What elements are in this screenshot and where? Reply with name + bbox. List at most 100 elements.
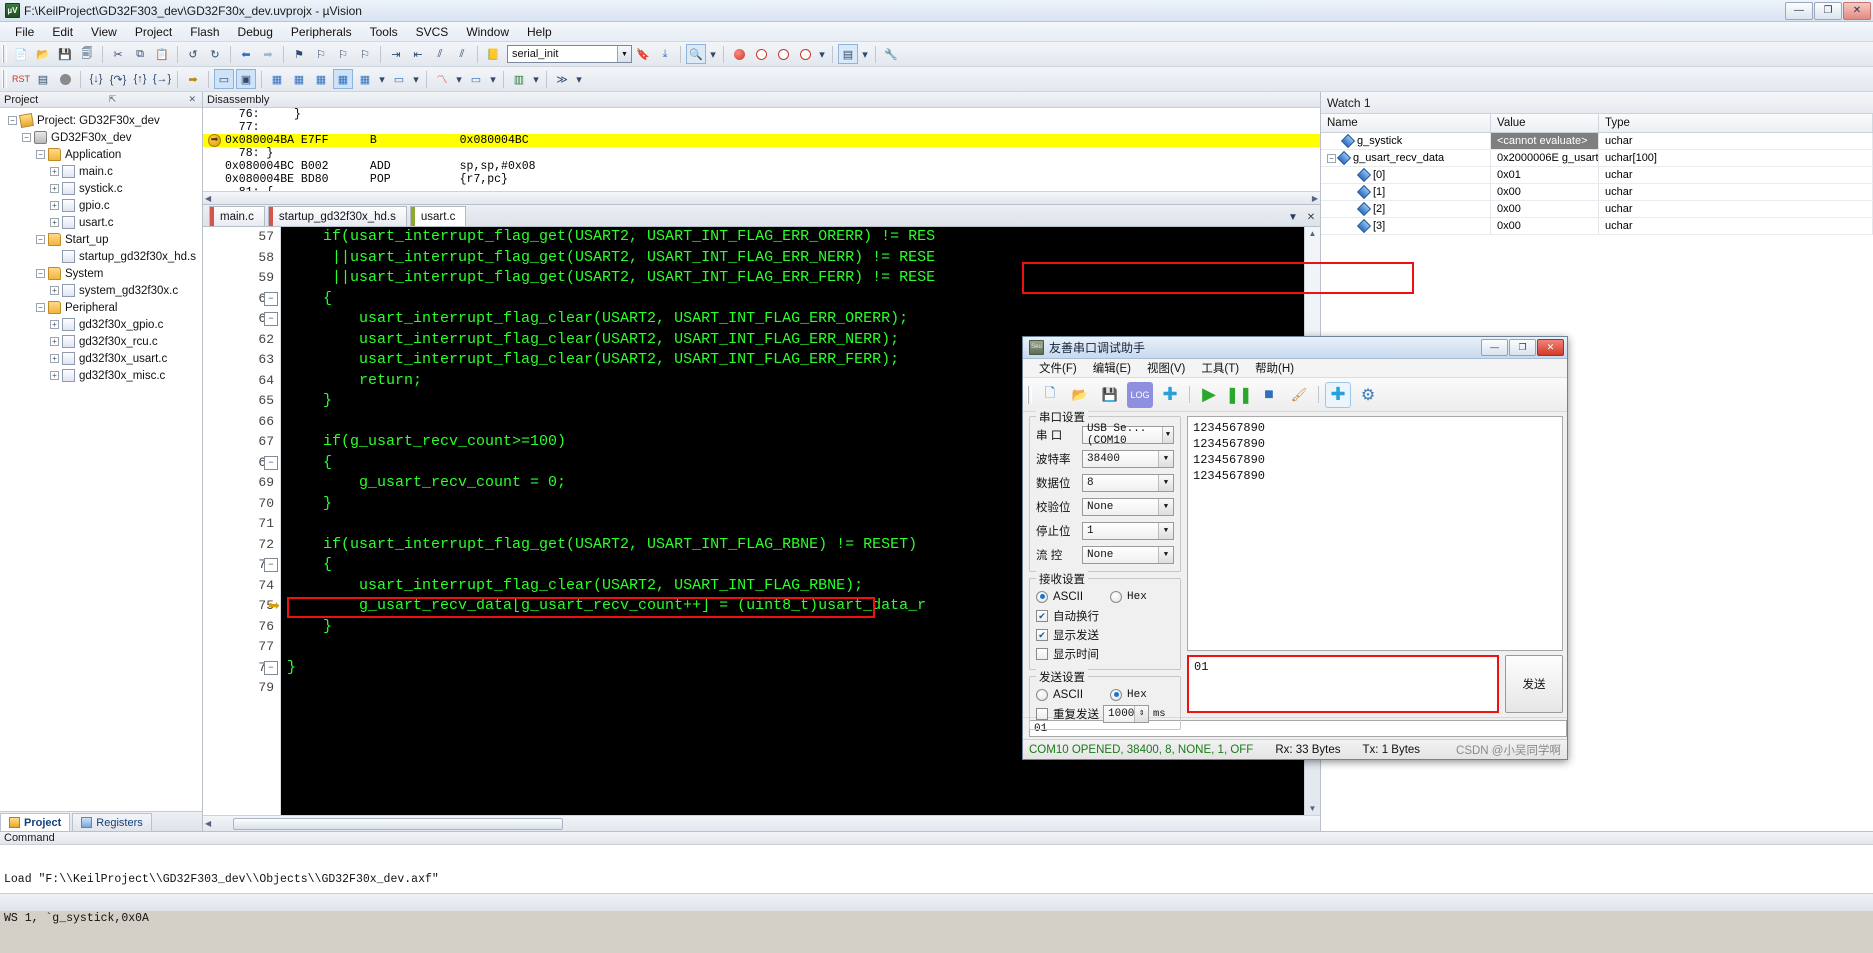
serial-window-icon[interactable]: ▭	[389, 69, 409, 89]
chevron-down-icon[interactable]: ▾	[488, 69, 498, 89]
outdent-icon[interactable]: ⇤	[408, 44, 428, 64]
recv-option-showsend[interactable]: ✔ 显示发送	[1036, 625, 1174, 644]
menu-view[interactable]: View	[82, 23, 126, 41]
scroll-left-arrow-icon[interactable]: ◀	[205, 819, 211, 828]
book-icon[interactable]: 📒	[483, 44, 503, 64]
breakpoint-disable-icon[interactable]	[751, 44, 771, 64]
editor-tab[interactable]: usart.c	[409, 206, 467, 226]
scroll-down-arrow-icon[interactable]: ▼	[1309, 804, 1317, 813]
expand-icon[interactable]: +	[50, 184, 59, 193]
save-icon[interactable]: 💾	[1097, 382, 1123, 408]
cut-icon[interactable]: ✂	[108, 44, 128, 64]
serial-menu-tools[interactable]: 工具(T)	[1193, 360, 1247, 376]
collapse-icon[interactable]: −	[22, 133, 31, 142]
toolbar-grip[interactable]	[1027, 385, 1032, 404]
show-statement-icon[interactable]: ➡	[183, 69, 203, 89]
watch-cell-value[interactable]: 0x00	[1491, 184, 1599, 200]
chevron-down-icon[interactable]: ▼	[1158, 546, 1173, 563]
run-to-cursor-icon[interactable]: {→}	[152, 69, 172, 89]
expand-icon[interactable]: +	[50, 371, 59, 380]
comment-icon[interactable]: ⫽	[430, 44, 450, 64]
serial-menu-edit[interactable]: 编辑(E)	[1085, 360, 1139, 376]
watch-cell-value[interactable]: 0x00	[1491, 218, 1599, 234]
watch-row[interactable]: [3] 0x00 uchar	[1321, 218, 1873, 235]
code-line[interactable]: {	[287, 289, 1304, 310]
watch-cell-name[interactable]: g_systick	[1321, 133, 1491, 149]
code-fold-icon[interactable]: −	[264, 312, 278, 326]
chevron-down-icon[interactable]: ▾	[377, 69, 387, 89]
serial-close-button[interactable]: ✕	[1537, 339, 1564, 356]
collapse-icon[interactable]: −	[36, 303, 45, 312]
target-combo[interactable]: serial_init ▼	[507, 45, 632, 63]
toolbox-icon[interactable]: ≫	[552, 69, 572, 89]
code-fold-icon[interactable]: −	[264, 660, 278, 675]
menu-svcs[interactable]: SVCS	[407, 23, 458, 41]
expand-icon[interactable]: +	[50, 320, 59, 329]
close-button[interactable]: ✕	[1843, 1, 1871, 20]
editor-hscrollbar[interactable]: ◀	[203, 815, 1320, 831]
project-tree[interactable]: − Project: GD32F30x_dev − GD32F30x_dev − Appl…	[0, 108, 202, 811]
menu-peripherals[interactable]: Peripherals	[282, 23, 361, 41]
editor-tabs[interactable]: main.c startup_gd32f30x_hd.s usart.c ▼ ✕	[203, 205, 1320, 227]
bookmark-prev-icon[interactable]: ⚐	[333, 44, 353, 64]
scroll-up-arrow-icon[interactable]: ▲	[1309, 229, 1317, 238]
command-window-icon[interactable]: ▭	[214, 69, 234, 89]
watch-row[interactable]: g_systick <cannot evaluate> uchar	[1321, 133, 1873, 150]
spinner-icon[interactable]: ⇕	[1134, 705, 1148, 722]
tree-item[interactable]: + gpio.c	[2, 197, 202, 214]
disassembly-icon[interactable]: ▣	[236, 69, 256, 89]
new-doc-icon[interactable]: 🗋	[1037, 382, 1063, 408]
watch-cell-value[interactable]: <cannot evaluate>	[1491, 133, 1599, 149]
chevron-down-icon[interactable]: ▾	[454, 69, 464, 89]
run-icon[interactable]: ▤	[33, 69, 53, 89]
menu-tools[interactable]: Tools	[361, 23, 407, 41]
collapse-icon[interactable]: −	[36, 269, 45, 278]
open-folder-icon[interactable]: 📂	[33, 44, 53, 64]
code-fold-icon[interactable]: −	[264, 558, 278, 572]
close-icon[interactable]: ✕	[1302, 208, 1320, 226]
settings-gear-icon[interactable]: ⚙	[1355, 382, 1381, 408]
send-hex-radio[interactable]: Hex	[1110, 685, 1147, 704]
chevron-down-icon[interactable]: ▾	[531, 69, 541, 89]
undo-icon[interactable]: ↺	[183, 44, 203, 64]
call-stack-icon[interactable]: ▦	[311, 69, 331, 89]
play-icon[interactable]: ▶	[1196, 382, 1222, 408]
disassembly-line[interactable]: 78: }	[203, 147, 1320, 160]
port-setting-select[interactable]: 8 ▼	[1082, 473, 1174, 492]
trace-icon[interactable]: ▭	[466, 69, 486, 89]
watch-cell-value[interactable]: 0x00	[1491, 201, 1599, 217]
watch-col-value[interactable]: Value	[1491, 114, 1599, 132]
serial-minimize-button[interactable]: —	[1481, 339, 1508, 356]
scroll-thumb[interactable]	[233, 817, 564, 830]
tree-item[interactable]: − Application	[2, 146, 202, 163]
serial-menu-view[interactable]: 视图(V)	[1139, 360, 1193, 376]
editor-tab[interactable]: main.c	[209, 206, 265, 226]
editor-tab[interactable]: startup_gd32f30x_hd.s	[267, 206, 407, 226]
menu-edit[interactable]: Edit	[43, 23, 82, 41]
code-fold-icon[interactable]: −	[264, 455, 278, 470]
stop-icon[interactable]: ■	[1256, 382, 1282, 408]
expand-icon[interactable]: +	[50, 286, 59, 295]
receive-display[interactable]: 1234567890 1234567890 1234567890 1234567890	[1187, 416, 1563, 651]
recv-option-autowrap[interactable]: ✔ 自动换行	[1036, 606, 1174, 625]
menu-flash[interactable]: Flash	[181, 23, 228, 41]
watch-cell-name[interactable]: − g_usart_recv_data	[1321, 150, 1491, 166]
configure-icon[interactable]: 🔧	[881, 44, 901, 64]
watch-cell-name[interactable]: [1]	[1321, 184, 1491, 200]
tree-item[interactable]: + gd32f30x_gpio.c	[2, 316, 202, 333]
disassembly-line[interactable]: 0x080004BC B002 ADD sp,sp,#0x08	[203, 160, 1320, 173]
memory-icon[interactable]: ▦	[355, 69, 375, 89]
menu-project[interactable]: Project	[126, 23, 181, 41]
code-line[interactable]: ||usart_interrupt_flag_get(USART2, USART…	[287, 248, 1304, 269]
serial-menu-file[interactable]: 文件(F)	[1031, 360, 1085, 376]
toolbar-grip[interactable]	[2, 45, 7, 63]
paste-icon[interactable]: 📋	[152, 44, 172, 64]
stop-icon[interactable]	[55, 69, 75, 89]
redo-icon[interactable]: ↻	[205, 44, 225, 64]
send-input[interactable]: 01	[1187, 655, 1499, 713]
tab-registers[interactable]: Registers	[72, 813, 152, 831]
recv-option-showtime[interactable]: 显示时间	[1036, 644, 1174, 663]
watch-row[interactable]: [0] 0x01 uchar	[1321, 167, 1873, 184]
plus-icon[interactable]: ✚	[1325, 381, 1351, 408]
send-ascii-radio[interactable]: ASCII	[1036, 685, 1110, 704]
